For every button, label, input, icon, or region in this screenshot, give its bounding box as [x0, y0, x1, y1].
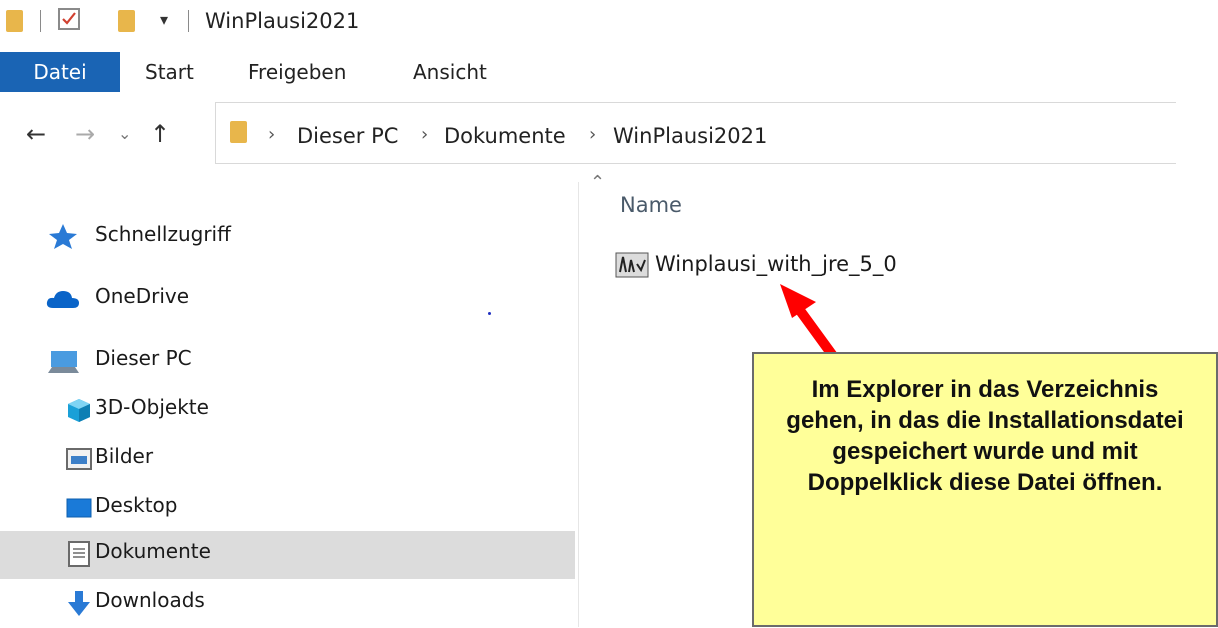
window-title: WinPlausi2021	[205, 9, 360, 33]
nav-item-desktop[interactable]: Desktop	[0, 485, 575, 533]
nav-item-label: Desktop	[95, 493, 178, 517]
pane-divider[interactable]	[578, 182, 579, 627]
title-bar: ▾ WinPlausi2021	[0, 0, 1218, 46]
separator	[188, 10, 189, 32]
nav-item-label: Dokumente	[95, 539, 211, 563]
ribbon-tabs: Datei Start Freigeben Ansicht	[0, 52, 1218, 92]
document-icon	[68, 541, 90, 567]
folder-icon[interactable]	[6, 10, 23, 32]
breadcrumb-dieser-pc[interactable]: Dieser PC	[297, 124, 398, 148]
address-folder-icon	[230, 121, 247, 143]
download-icon	[68, 591, 90, 616]
nav-item-label: Schnellzugriff	[95, 222, 231, 246]
file-name[interactable]: Winplausi_with_jre_5_0	[655, 252, 897, 276]
nav-item-label: OneDrive	[95, 284, 190, 308]
nav-item-dieser-pc[interactable]: Dieser PC	[0, 338, 575, 386]
chevron-right-icon[interactable]: ›	[268, 124, 275, 145]
nav-item-label: Downloads	[95, 588, 205, 612]
customize-qa-icon[interactable]: ▾	[160, 10, 168, 29]
recent-locations-chevron-icon[interactable]: ⌄	[118, 124, 131, 143]
sort-ascending-icon: ⌃	[590, 172, 606, 193]
nav-item-label: 3D-Objekte	[95, 395, 209, 419]
computer-icon	[48, 351, 79, 373]
tab-ansicht[interactable]: Ansicht	[413, 52, 487, 92]
breadcrumb-winplausi2021[interactable]: WinPlausi2021	[613, 124, 767, 148]
nav-item-downloads[interactable]: Downloads	[0, 580, 575, 628]
separator	[40, 10, 41, 32]
properties-icon[interactable]	[58, 8, 80, 30]
chevron-right-icon[interactable]: ›	[421, 124, 428, 145]
nav-item-schnellzugriff[interactable]: Schnellzugriff	[0, 214, 575, 262]
pictures-icon	[66, 448, 92, 470]
tab-datei[interactable]: Datei	[0, 52, 120, 92]
installer-icon	[615, 252, 649, 278]
nav-item-dokumente[interactable]: Dokumente	[0, 531, 575, 579]
forward-arrow-icon[interactable]: →	[75, 120, 95, 148]
nav-item-bilder[interactable]: Bilder	[0, 436, 575, 484]
up-arrow-icon[interactable]: ↑	[150, 120, 170, 148]
cloud-icon	[46, 291, 79, 308]
nav-item-onedrive[interactable]: OneDrive	[0, 276, 575, 324]
back-arrow-icon[interactable]: ←	[26, 120, 46, 148]
callout-text: Im Explorer in das Verzeichnis gehen, in…	[786, 376, 1184, 496]
column-header-name[interactable]: Name	[620, 193, 682, 217]
star-icon	[49, 224, 77, 249]
annotation-callout: Im Explorer in das Verzeichnis gehen, in…	[752, 352, 1218, 627]
breadcrumb-dokumente[interactable]: Dokumente	[444, 124, 566, 148]
nav-item-3d-objekte[interactable]: 3D-Objekte	[0, 387, 575, 435]
nav-item-label: Dieser PC	[95, 346, 192, 370]
tab-freigeben[interactable]: Freigeben	[248, 52, 346, 92]
nav-item-label: Bilder	[95, 444, 154, 468]
desktop-icon	[66, 498, 92, 518]
tab-start[interactable]: Start	[145, 52, 194, 92]
new-folder-icon[interactable]	[118, 10, 135, 32]
dot-artifact	[488, 312, 491, 315]
cube-icon	[68, 399, 90, 422]
chevron-right-icon[interactable]: ›	[589, 124, 596, 145]
